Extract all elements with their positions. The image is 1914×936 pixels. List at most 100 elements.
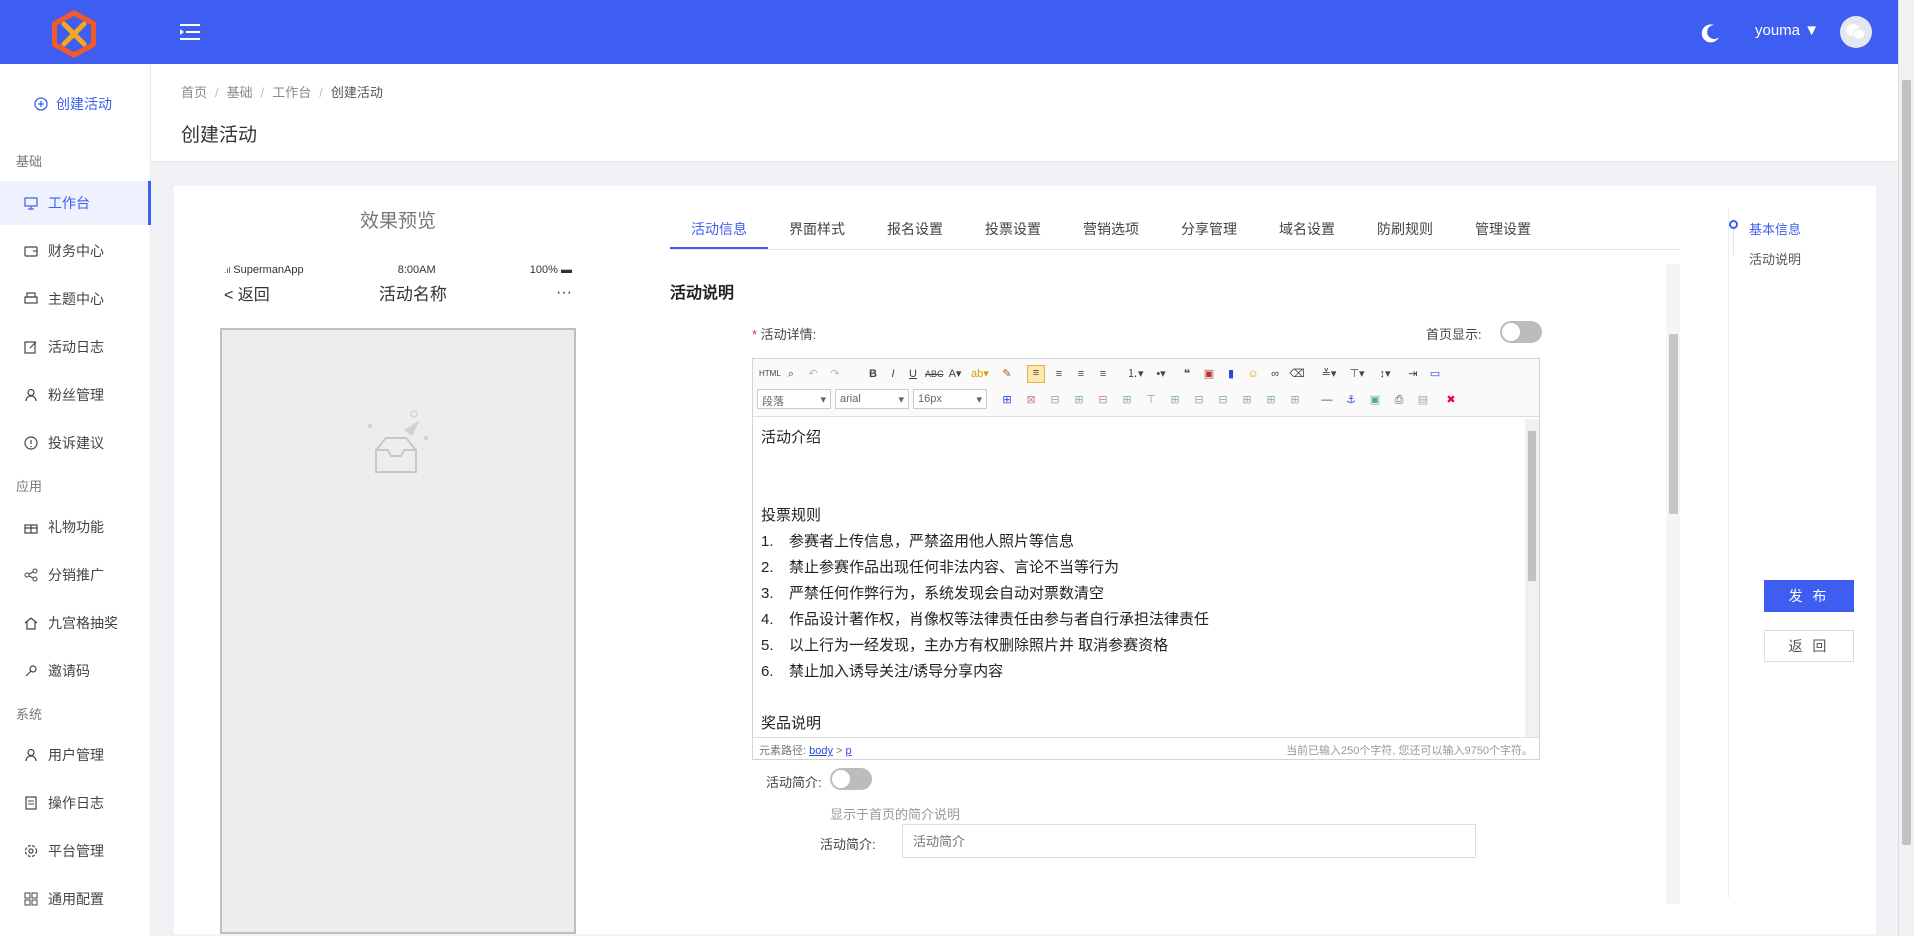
- video-icon[interactable]: ▮: [1223, 367, 1239, 381]
- horizontal-rule-icon[interactable]: —: [1319, 393, 1335, 407]
- merge-cells-icon[interactable]: ⊞: [1167, 393, 1183, 407]
- sidebar-item-platform[interactable]: 平台管理: [0, 829, 151, 873]
- format-painter-icon[interactable]: ✎: [999, 367, 1015, 381]
- breadcrumb-basic[interactable]: 基础: [227, 85, 253, 100]
- align-justify-icon[interactable]: ≡: [1095, 367, 1111, 381]
- strikethrough-icon[interactable]: ABC: [925, 367, 944, 381]
- create-activity-button[interactable]: 创建活动: [34, 94, 112, 114]
- tab-domain[interactable]: 域名设置: [1258, 216, 1356, 249]
- tab-manage[interactable]: 管理设置: [1454, 216, 1552, 249]
- paste-icon[interactable]: ▤: [1415, 393, 1431, 407]
- char-count: 当前已输入250个字符, 您还可以输入9750个字符。: [1286, 745, 1533, 757]
- eraser-icon[interactable]: ⌫: [1289, 367, 1305, 381]
- sidebar-item-lottery[interactable]: 九宫格抽奖: [0, 601, 151, 645]
- bold-icon[interactable]: B: [865, 367, 881, 381]
- font-family-select[interactable]: arial ▾: [835, 389, 909, 409]
- italic-icon[interactable]: I: [885, 367, 901, 381]
- vertical-align-icon[interactable]: ⊤▾: [1349, 367, 1365, 381]
- tab-signup[interactable]: 报名设置: [866, 216, 964, 249]
- font-size-select[interactable]: 16px ▾: [913, 389, 987, 409]
- split-rows-icon[interactable]: ⊞: [1263, 393, 1279, 407]
- emoji-icon[interactable]: ☺: [1245, 367, 1261, 381]
- tab-ui-style[interactable]: 界面样式: [768, 216, 866, 249]
- tab-anti-brush[interactable]: 防刷规则: [1356, 216, 1454, 249]
- phone-back-button[interactable]: < 返回: [224, 281, 270, 305]
- breadcrumb-workbench[interactable]: 工作台: [272, 85, 311, 100]
- sidebar-item-workbench[interactable]: 工作台: [0, 181, 151, 225]
- home-display-toggle[interactable]: [1500, 321, 1542, 343]
- path-body-link[interactable]: body: [809, 745, 833, 757]
- sidebar-item-finance[interactable]: 财务中心: [0, 229, 151, 273]
- tab-share[interactable]: 分享管理: [1160, 216, 1258, 249]
- form-scrollbar[interactable]: [1666, 264, 1680, 904]
- path-p-link[interactable]: p: [846, 745, 852, 757]
- split-cells-icon[interactable]: ⊞: [1239, 393, 1255, 407]
- image-icon[interactable]: ▣: [1201, 367, 1217, 381]
- tab-activity-info[interactable]: 活动信息: [670, 216, 768, 249]
- sidebar-item-users[interactable]: 用户管理: [0, 733, 151, 777]
- table-icon[interactable]: ⊞: [999, 393, 1015, 407]
- print-icon[interactable]: ⎙: [1391, 393, 1407, 407]
- align-center-icon[interactable]: ≡: [1051, 367, 1067, 381]
- back-button[interactable]: 返 回: [1764, 630, 1854, 662]
- align-right-icon[interactable]: ≡: [1073, 367, 1089, 381]
- merge-right-icon[interactable]: ⊟: [1191, 393, 1207, 407]
- user-menu[interactable]: youma ▼: [1755, 22, 1819, 39]
- paragraph-select[interactable]: 段落 ▾: [757, 389, 831, 409]
- app-logo[interactable]: [46, 6, 102, 62]
- clear-format-icon[interactable]: ✖: [1443, 393, 1459, 407]
- anchor-icon[interactable]: ⚓: [1343, 393, 1359, 407]
- editor-content[interactable]: 活动介绍 投票规则 1. 参赛者上传信息，严禁盗用他人照片等信息 2. 禁止参赛作品…: [753, 419, 1525, 737]
- quote-icon[interactable]: ❝: [1179, 367, 1195, 381]
- dark-mode-icon[interactable]: [1700, 22, 1722, 44]
- fullscreen-icon[interactable]: ▭: [1427, 367, 1443, 381]
- undo-icon[interactable]: ↶: [805, 367, 821, 381]
- page-scrollbar[interactable]: [1898, 0, 1914, 936]
- align-left-icon[interactable]: ≡: [1027, 365, 1045, 383]
- row-spacing-icon[interactable]: ≚▾: [1321, 367, 1337, 381]
- sidebar-item-config[interactable]: 通用配置: [0, 877, 151, 921]
- font-color-icon[interactable]: A▾: [947, 367, 963, 381]
- sidebar-item-gifts[interactable]: 礼物功能: [0, 505, 151, 549]
- sidebar-item-distribution[interactable]: 分销推广: [0, 553, 151, 597]
- sidebar-item-operation-log[interactable]: 操作日志: [0, 781, 151, 825]
- unordered-list-icon[interactable]: •▾: [1153, 367, 1169, 381]
- anchor-basic-info[interactable]: 基本信息: [1749, 219, 1801, 238]
- delete-table-icon[interactable]: ⊠: [1023, 393, 1039, 407]
- link-icon[interactable]: ∞: [1267, 367, 1283, 381]
- more-icon[interactable]: ···: [556, 284, 572, 302]
- insert-para-icon[interactable]: ⊟: [1047, 393, 1063, 407]
- merge-down-icon[interactable]: ⊟: [1215, 393, 1231, 407]
- line-height-icon[interactable]: ↕▾: [1377, 367, 1393, 381]
- publish-button[interactable]: 发 布: [1764, 580, 1854, 612]
- edit-icon: [24, 341, 37, 354]
- avatar[interactable]: [1840, 16, 1872, 48]
- sidebar-item-themes[interactable]: 主题中心: [0, 277, 151, 321]
- indent-icon[interactable]: ⇥: [1405, 367, 1421, 381]
- editor-scrollbar[interactable]: [1525, 419, 1539, 737]
- brief-input[interactable]: [902, 824, 1476, 858]
- delete-row-icon[interactable]: ⊟: [1095, 393, 1111, 407]
- split-cols-icon[interactable]: ⊞: [1287, 393, 1303, 407]
- menu-toggle-icon[interactable]: [180, 23, 200, 41]
- ordered-list-icon[interactable]: ⒈▾: [1127, 367, 1144, 381]
- redo-icon[interactable]: ↷: [827, 367, 843, 381]
- tab-marketing[interactable]: 营销选项: [1062, 216, 1160, 249]
- sidebar-item-activity-log[interactable]: 活动日志: [0, 325, 151, 369]
- breadcrumb-home[interactable]: 首页: [181, 85, 207, 100]
- insert-row-icon[interactable]: ⊞: [1071, 393, 1087, 407]
- delete-col-icon[interactable]: ⊤: [1143, 393, 1159, 407]
- anchor-description[interactable]: 活动说明: [1749, 249, 1801, 268]
- brief-toggle[interactable]: [830, 768, 872, 790]
- insert-col-icon[interactable]: ⊞: [1119, 393, 1135, 407]
- sidebar-item-fans[interactable]: 粉丝管理: [0, 373, 151, 417]
- sidebar-item-complaints[interactable]: 投诉建议: [0, 421, 151, 465]
- html-source-icon[interactable]: HTML: [759, 367, 781, 381]
- preview-icon[interactable]: ⌕: [783, 367, 799, 381]
- sidebar-item-label: 投诉建议: [48, 435, 104, 451]
- highlight-icon[interactable]: ab▾: [971, 367, 989, 381]
- underline-icon[interactable]: U: [905, 367, 921, 381]
- tab-vote[interactable]: 投票设置: [964, 216, 1062, 249]
- insert-image-icon[interactable]: ▣: [1367, 393, 1383, 407]
- sidebar-item-invite-code[interactable]: 邀请码: [0, 649, 151, 693]
